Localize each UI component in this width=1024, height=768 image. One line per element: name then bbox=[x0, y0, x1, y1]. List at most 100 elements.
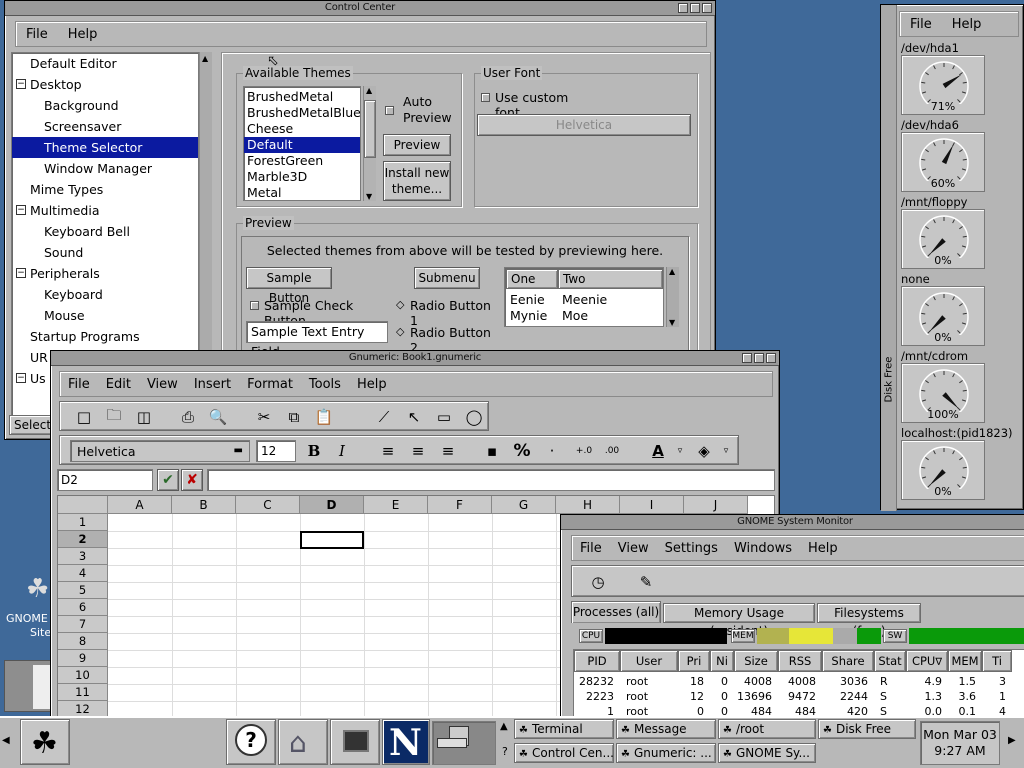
process-row[interactable]: 28232 root 18 0 4008 4008 3036 R 4.9 1.5 3 bbox=[574, 674, 1024, 689]
active-cell[interactable] bbox=[300, 531, 364, 549]
italic-button[interactable]: I bbox=[330, 439, 354, 463]
tree-item[interactable]: Window Manager bbox=[12, 158, 198, 179]
maximize-button[interactable] bbox=[754, 353, 764, 363]
maximize-button[interactable] bbox=[690, 3, 700, 13]
task-button[interactable]: ☘ Disk Free bbox=[818, 719, 916, 739]
fill-color-dropdown-icon[interactable]: ▿ bbox=[714, 439, 738, 463]
disk-menu-help[interactable]: Help bbox=[942, 17, 992, 32]
cell-reference-field[interactable]: D2 bbox=[57, 469, 153, 491]
process-column-header[interactable]: MEM bbox=[948, 650, 982, 672]
theme-list-item[interactable]: BrushedMetal bbox=[244, 89, 360, 105]
tab-filesystems[interactable]: Filesystems (free) bbox=[817, 603, 921, 638]
terminal-launcher[interactable] bbox=[330, 719, 380, 765]
menu-file[interactable]: File bbox=[16, 27, 58, 42]
custom-font-checkbox[interactable]: Use custom font. bbox=[481, 90, 601, 120]
process-column-header[interactable]: Size bbox=[734, 650, 778, 672]
process-column-header[interactable]: Pri bbox=[678, 650, 710, 672]
currency-icon[interactable]: ▪ bbox=[480, 439, 504, 463]
column-header[interactable]: D bbox=[300, 496, 364, 514]
process-column-header[interactable]: Ti bbox=[982, 650, 1012, 672]
submenu-button[interactable]: Submenu bbox=[414, 267, 480, 289]
tasklist-help-icon[interactable]: ? bbox=[502, 745, 508, 758]
tree-item[interactable]: Startup Programs bbox=[12, 326, 198, 347]
sample-list-scrollbar[interactable]: ▲ ▼ bbox=[666, 267, 679, 327]
close-button[interactable] bbox=[702, 3, 712, 13]
open-icon[interactable]: 🗀 bbox=[102, 405, 126, 429]
font-color-icon[interactable]: A bbox=[646, 439, 670, 463]
percent-button[interactable]: % bbox=[510, 439, 534, 463]
sample-button[interactable]: Sample Button bbox=[246, 267, 332, 305]
process-column-header[interactable]: RSS bbox=[778, 650, 822, 672]
tree-item[interactable]: − Desktop bbox=[12, 74, 198, 95]
increase-decimals-icon[interactable]: +.0 bbox=[572, 439, 596, 463]
accept-edit-icon[interactable]: ✔ bbox=[157, 469, 179, 491]
row-header[interactable]: 11 bbox=[58, 684, 108, 701]
menu-help[interactable]: Help bbox=[349, 377, 395, 392]
list-row[interactable]: Moe bbox=[562, 308, 588, 323]
panel-right-arrow-icon[interactable]: ▶ bbox=[1008, 735, 1016, 746]
font-picker-button[interactable]: Helvetica bbox=[477, 114, 691, 136]
control-center-titlebar[interactable]: Control Center bbox=[5, 1, 715, 16]
disk-menu-file[interactable]: File bbox=[900, 17, 942, 32]
row-header[interactable]: 2 bbox=[58, 531, 108, 548]
row-header[interactable]: 4 bbox=[58, 565, 108, 582]
task-button[interactable]: ☘ Gnumeric: ... bbox=[616, 743, 716, 763]
align-right-icon[interactable]: ≡ bbox=[436, 439, 460, 463]
row-header[interactable]: 1 bbox=[58, 514, 108, 531]
column-header[interactable]: H bbox=[556, 496, 620, 514]
menu-help[interactable]: Help bbox=[58, 27, 108, 42]
process-column-header[interactable]: Share bbox=[822, 650, 874, 672]
rectangle-icon[interactable]: ▭ bbox=[432, 405, 456, 429]
process-column-header[interactable]: PID bbox=[574, 650, 620, 672]
auto-preview-checkbox[interactable]: Auto Preview bbox=[385, 94, 465, 128]
tree-expander-icon[interactable]: − bbox=[16, 79, 26, 89]
sample-text-entry[interactable]: Sample Text Entry Field bbox=[246, 321, 388, 359]
row-header[interactable]: 6 bbox=[58, 599, 108, 616]
process-column-header[interactable]: User bbox=[620, 650, 678, 672]
close-button[interactable] bbox=[766, 353, 776, 363]
theme-list-item[interactable]: Cheese bbox=[244, 121, 360, 137]
desktop-pager[interactable] bbox=[432, 721, 496, 765]
minimize-button[interactable] bbox=[742, 353, 752, 363]
tree-expander-icon[interactable]: − bbox=[16, 373, 26, 383]
thousands-icon[interactable]: · bbox=[540, 439, 564, 463]
column-header[interactable]: G bbox=[492, 496, 556, 514]
netscape-launcher[interactable]: N bbox=[382, 719, 430, 765]
install-theme-button[interactable]: Install new theme... bbox=[383, 161, 451, 201]
menu-view[interactable]: View bbox=[610, 541, 657, 556]
task-button[interactable]: ☘ Message bbox=[616, 719, 716, 739]
row-header[interactable]: 3 bbox=[58, 548, 108, 565]
tree-expander-icon[interactable]: − bbox=[16, 205, 26, 215]
menu-tools[interactable]: Tools bbox=[301, 377, 349, 392]
decrease-decimals-icon[interactable]: .00 bbox=[600, 439, 624, 463]
tree-item[interactable]: Sound bbox=[12, 242, 198, 263]
house-launcher[interactable]: ⌂ bbox=[278, 719, 328, 765]
print-preview-icon[interactable]: 🔍 bbox=[206, 405, 230, 429]
column-header[interactable]: A bbox=[108, 496, 172, 514]
row-header[interactable]: 8 bbox=[58, 633, 108, 650]
tree-item[interactable]: Theme Selector bbox=[12, 137, 198, 158]
task-button[interactable]: ☘/root bbox=[718, 719, 816, 739]
clock[interactable]: Mon Mar 03 9:27 AM bbox=[920, 721, 1000, 765]
desktop-thumb-icon[interactable] bbox=[4, 660, 52, 712]
process-column-header[interactable]: Stat bbox=[874, 650, 906, 672]
list-row[interactable]: Mynie bbox=[510, 308, 547, 323]
sysmon-titlebar[interactable]: GNOME System Monitor bbox=[561, 515, 1024, 530]
tab-processes[interactable]: Processes (all) bbox=[571, 601, 661, 623]
radio-button-2[interactable]: ◇ Radio Button 2 bbox=[396, 325, 496, 355]
task-button[interactable]: ☘ GNOME Sy... bbox=[718, 743, 816, 763]
list-header-two[interactable]: Two bbox=[558, 269, 663, 289]
tree-item[interactable]: Keyboard bbox=[12, 284, 198, 305]
menu-format[interactable]: Format bbox=[239, 377, 301, 392]
tree-item[interactable]: Screensaver bbox=[12, 116, 198, 137]
tree-item[interactable]: Keyboard Bell bbox=[12, 221, 198, 242]
cancel-edit-icon[interactable]: ✘ bbox=[181, 469, 203, 491]
minimize-button[interactable] bbox=[678, 3, 688, 13]
menu-insert[interactable]: Insert bbox=[186, 377, 239, 392]
line-icon[interactable]: ⟋ bbox=[372, 405, 396, 429]
theme-list-item[interactable]: Marble3D bbox=[244, 169, 360, 185]
theme-list-scrollbar[interactable]: ▲ ▼ bbox=[363, 86, 376, 201]
list-row[interactable]: Meenie bbox=[562, 292, 607, 307]
tree-item[interactable]: − Peripherals bbox=[12, 263, 198, 284]
list-row[interactable]: Eenie bbox=[510, 292, 545, 307]
